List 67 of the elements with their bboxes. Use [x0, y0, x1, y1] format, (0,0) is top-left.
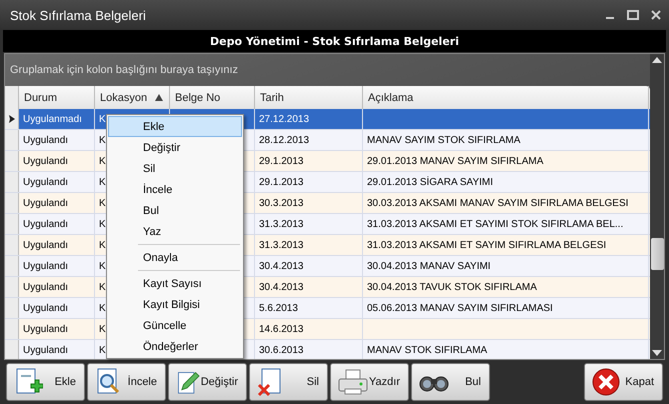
table-cell: 31.03.2013 AKSAMI ET SAYIM SIFIRLAMA BELGESI — [367, 240, 606, 250]
scroll-thumb[interactable] — [650, 238, 664, 270]
table-cell: 29.01.2013 MANAV SAYIM SIFIRLAMA — [367, 156, 544, 166]
window-title: Stok Sıfırlama Belgeleri — [10, 8, 146, 22]
table-cell: 29.01.2013 SİGARA SAYIMI — [367, 176, 493, 188]
table-cell: Uygulandı — [23, 240, 68, 250]
table-cell: K — [99, 344, 106, 356]
table-cell: Uygulandı — [23, 282, 68, 292]
table-cell: Uygulandı — [23, 134, 68, 146]
table-cell: 05.06.2013 MANAV SAYIM SIFIRLAMASI — [367, 302, 553, 314]
table-cell: 30.3.2013 — [259, 198, 304, 208]
table-cell: Uygulandı — [23, 156, 68, 166]
table-cell: 5.6.2013 — [259, 302, 298, 314]
table-cell: Uygulandı — [23, 218, 68, 230]
table-cell: K — [99, 198, 106, 208]
toolbar-button[interactable]: İncele — [87, 363, 166, 401]
table-cell: Uygulandı — [23, 324, 68, 334]
current-row-icon — [8, 115, 14, 123]
table-cell: Uygulanmadı — [23, 114, 82, 124]
scroll-down-icon[interactable] — [652, 350, 662, 356]
table-cell: Uygulandı — [23, 198, 68, 208]
table-cell: 29.1.2013 — [259, 176, 304, 188]
toolbar-button[interactable]: Değiştir — [168, 363, 247, 401]
menu-item[interactable]: Ekle — [108, 116, 242, 137]
indicator-header — [5, 86, 19, 109]
table-cell: K — [99, 302, 106, 314]
table-cell: 31.3.2013 — [259, 240, 304, 250]
toolbar-button[interactable]: Ekle — [6, 363, 85, 401]
table-cell: K — [99, 282, 106, 292]
table-cell: 14.6.2013 — [259, 324, 304, 334]
table-cell: K — [99, 156, 106, 166]
table-cell: 31.03.2013 AKSAMI ET SAYIMI STOK SIFIRLAMA BEL... — [367, 218, 624, 230]
toolbar-button[interactable]: Kapat — [584, 363, 663, 401]
table-cell: K — [99, 176, 106, 188]
table-cell: Uygulandı — [23, 176, 68, 188]
table-cell: Uygulandı — [23, 344, 68, 356]
table-cell: Uygulandı — [23, 260, 68, 272]
table-cell: K — [99, 114, 106, 124]
toolbar-button[interactable]: Yazdır — [330, 363, 409, 401]
table-cell: 30.4.2013 — [259, 282, 304, 292]
printer-icon — [337, 367, 369, 397]
table-cell: 30.03.2013 AKSAMI MANAV SAYIM SIFIRLAMA BELGESI — [367, 198, 628, 208]
table-cell: MANAV STOK SIFIRLAMA — [367, 344, 488, 356]
toolbar-button[interactable]: Bul — [411, 363, 490, 401]
table-cell: 30.04.2013 TAVUK STOK SIFIRLAMA — [367, 282, 537, 292]
group-panel-hint: Gruplamak için kolon başlığını buraya taşıyınız — [5, 54, 650, 86]
table-cell: 30.6.2013 — [259, 344, 304, 356]
close-icon — [591, 367, 621, 397]
close-icon[interactable] — [651, 10, 661, 20]
table-cell: K — [99, 260, 106, 272]
table-cell: 31.3.2013 — [259, 218, 304, 230]
table-cell: 27.12.2013 — [259, 114, 310, 124]
toolbar-button[interactable]: Sil — [249, 363, 328, 401]
table-cell: 29.1.2013 — [259, 156, 304, 166]
scrollbar[interactable] — [650, 54, 664, 359]
table-cell: MANAV SAYIM STOK SIFIRLAMA — [367, 134, 520, 146]
table-cell: K — [99, 134, 106, 146]
table-cell: 30.4.2013 — [259, 260, 304, 272]
table-cell: K — [99, 218, 106, 230]
table-cell: Uygulandı — [23, 302, 68, 314]
table-cell: 30.04.2013 MANAV SAYIMI — [367, 260, 491, 272]
table-cell: 28.12.2013 — [259, 134, 310, 146]
table-cell: K — [99, 240, 106, 250]
scroll-up-icon[interactable] — [652, 57, 662, 63]
header-title: Depo Yönetimi - Stok Sıfırlama Belgeleri — [3, 30, 666, 52]
table-cell: K — [99, 324, 106, 334]
maximize-icon[interactable] — [627, 10, 639, 20]
